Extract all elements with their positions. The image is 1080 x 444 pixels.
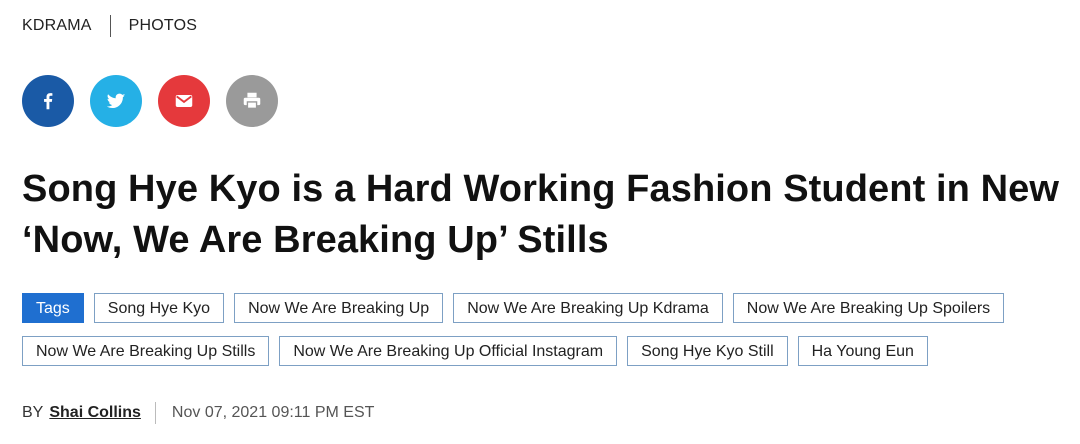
tag-row: Now We Are Breaking Up Stills Now We Are…	[22, 336, 1072, 366]
email-share-button[interactable]	[158, 75, 210, 127]
share-buttons	[22, 75, 278, 127]
print-icon	[243, 92, 261, 110]
tag-item[interactable]: Now We Are Breaking Up Kdrama	[453, 293, 723, 323]
facebook-icon	[44, 93, 53, 110]
byline-prefix: BY	[22, 404, 44, 421]
tag-item[interactable]: Now We Are Breaking Up Official Instagra…	[279, 336, 618, 366]
breadcrumb-divider	[109, 15, 111, 37]
publish-date: Nov 07, 2021 09:11 PM EST	[171, 404, 375, 421]
tags-label: Tags	[22, 293, 84, 323]
byline-divider	[154, 402, 156, 424]
article-title: Song Hye Kyo is a Hard Working Fashion S…	[22, 168, 1060, 261]
breadcrumb: KDRAMA PHOTOS	[22, 15, 197, 37]
twitter-icon	[106, 93, 126, 109]
tag-row: Tags Song Hye Kyo Now We Are Breaking Up…	[22, 293, 1072, 323]
tag-item[interactable]: Song Hye Kyo	[93, 293, 225, 323]
tag-item[interactable]: Now We Are Breaking Up	[234, 293, 444, 323]
tag-list: Tags Song Hye Kyo Now We Are Breaking Up…	[22, 293, 1072, 379]
tag-item[interactable]: Now We Are Breaking Up Stills	[22, 336, 270, 366]
byline: BY Shai Collins Nov 07, 2021 09:11 PM ES…	[22, 402, 374, 424]
author-link[interactable]: Shai Collins	[49, 404, 141, 422]
facebook-share-button[interactable]	[22, 75, 74, 127]
tag-item[interactable]: Song Hye Kyo Still	[627, 336, 788, 366]
tag-item[interactable]: Now We Are Breaking Up Spoilers	[732, 293, 1005, 323]
email-icon	[175, 95, 193, 107]
breadcrumb-subcategory[interactable]: PHOTOS	[129, 17, 197, 35]
tag-item[interactable]: Ha Young Eun	[797, 336, 928, 366]
print-button[interactable]	[226, 75, 278, 127]
breadcrumb-category[interactable]: KDRAMA	[22, 17, 92, 35]
twitter-share-button[interactable]	[90, 75, 142, 127]
